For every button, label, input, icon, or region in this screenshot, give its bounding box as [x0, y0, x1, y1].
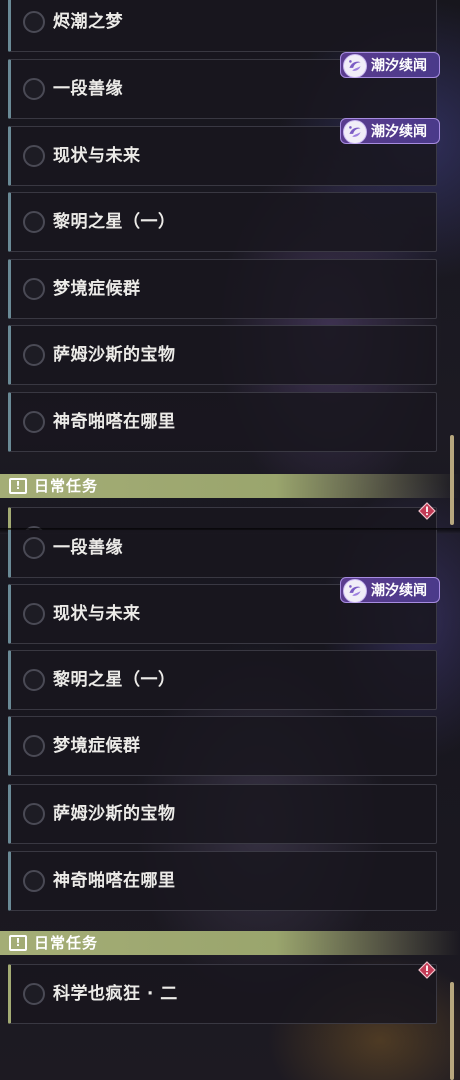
quest-status-circle-icon: [23, 735, 45, 757]
quest-item[interactable]: 梦境症候群: [8, 259, 437, 319]
quest-item[interactable]: 黎明之星（一）: [8, 192, 437, 252]
quest-item[interactable]: 一段善缘: [8, 530, 437, 578]
quest-item[interactable]: 萨姆沙斯的宝物: [8, 325, 437, 385]
quest-status-circle-icon: [23, 78, 45, 100]
daily-quests-header[interactable]: ! 日常任务: [0, 931, 460, 955]
quest-item[interactable]: 神奇啪嗒在哪里: [8, 392, 437, 452]
quest-title: 梦境症候群: [53, 736, 141, 756]
quest-item[interactable]: 神奇啪嗒在哪里: [8, 851, 437, 911]
daily-quest-item[interactable]: 科学也疯狂 · 二: [8, 964, 437, 1024]
alert-diamond-icon: [418, 502, 436, 520]
exclamation-icon: !: [9, 935, 27, 951]
tide-story-badge: 潮汐续闻: [340, 118, 440, 144]
quest-status-circle-icon: [23, 669, 45, 691]
quest-item[interactable]: 梦境症候群: [8, 716, 437, 776]
quest-status-circle-icon: [23, 983, 45, 1005]
daily-quests-title: 日常任务: [34, 934, 99, 952]
quest-title: 烬潮之梦: [53, 12, 123, 32]
quest-title: 神奇啪嗒在哪里: [53, 412, 176, 432]
scrollbar-thumb[interactable]: [450, 435, 454, 525]
alert-diamond-icon: [418, 961, 436, 979]
quest-title: 梦境症候群: [53, 279, 141, 299]
exclamation-icon: !: [9, 478, 27, 494]
quest-status-circle-icon: [23, 145, 45, 167]
quest-status-circle-icon: [23, 411, 45, 433]
quest-list-panel-top: 烬潮之梦 一段善缘 现状与未来 黎明之星（一） 梦境症候群 萨姆沙斯的宝物 神奇…: [0, 0, 460, 530]
quest-title: 萨姆沙斯的宝物: [53, 804, 176, 824]
quest-title: 黎明之星（一）: [53, 212, 176, 232]
scrollbar-thumb[interactable]: [450, 982, 454, 1080]
daily-quests-title: 日常任务: [34, 477, 99, 495]
quest-status-circle-icon: [23, 344, 45, 366]
quest-title: 萨姆沙斯的宝物: [53, 345, 176, 365]
tide-swirl-icon: [343, 54, 367, 78]
quest-title: 现状与未来: [53, 146, 141, 166]
tide-swirl-icon: [343, 579, 367, 603]
quest-status-circle-icon: [23, 870, 45, 892]
quest-item[interactable]: 黎明之星（一）: [8, 650, 437, 710]
quest-status-circle-icon: [23, 537, 45, 559]
quest-title: 一段善缘: [53, 79, 123, 99]
quest-title: 科学也疯狂 · 二: [53, 984, 178, 1004]
quest-status-circle-icon: [23, 211, 45, 233]
tide-story-badge-label: 潮汐续闻: [371, 583, 427, 599]
daily-quest-item[interactable]: [8, 507, 437, 530]
tide-story-badge-label: 潮汐续闻: [371, 124, 427, 140]
quest-status-circle-icon: [23, 278, 45, 300]
quest-status-circle-icon: [23, 603, 45, 625]
quest-title: 一段善缘: [53, 538, 123, 558]
quest-status-circle-icon: [23, 11, 45, 33]
quest-item[interactable]: 萨姆沙斯的宝物: [8, 784, 437, 844]
quest-item[interactable]: 烬潮之梦: [8, 0, 437, 52]
quest-title: 黎明之星（一）: [53, 670, 176, 690]
tide-story-badge-label: 潮汐续闻: [371, 58, 427, 74]
tide-swirl-icon: [343, 120, 367, 144]
daily-quests-header[interactable]: ! 日常任务: [0, 474, 460, 498]
tide-story-badge: 潮汐续闻: [340, 52, 440, 78]
quest-title: 神奇啪嗒在哪里: [53, 871, 176, 891]
tide-story-badge: 潮汐续闻: [340, 577, 440, 603]
quest-title: 现状与未来: [53, 604, 141, 624]
quest-status-circle-icon: [23, 803, 45, 825]
quest-list-panel-bottom: 一段善缘 现状与未来 黎明之星（一） 梦境症候群 萨姆沙斯的宝物 神奇啪嗒在哪里…: [0, 530, 460, 1080]
